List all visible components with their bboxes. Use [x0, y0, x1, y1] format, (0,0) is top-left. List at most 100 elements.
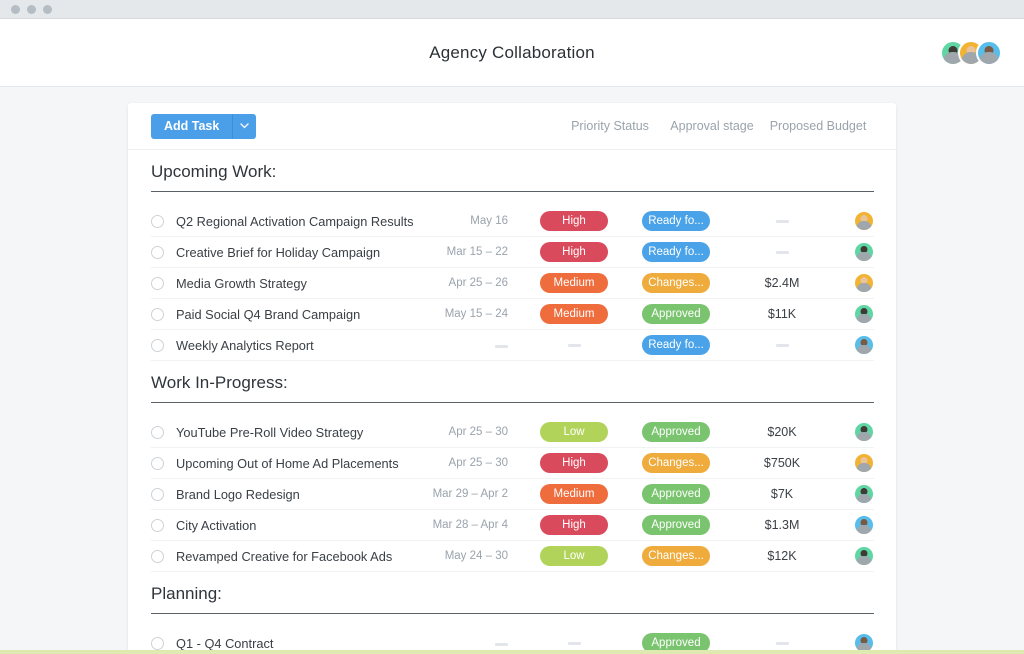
- assignee-cell[interactable]: [838, 453, 874, 473]
- priority-cell[interactable]: High: [522, 515, 626, 535]
- budget-cell[interactable]: [726, 641, 838, 645]
- task-date[interactable]: Mar 29 – Apr 2: [418, 488, 522, 500]
- priority-badge[interactable]: Low: [540, 546, 608, 566]
- add-task-dropdown-button[interactable]: [233, 113, 257, 139]
- assignee-cell[interactable]: [838, 211, 874, 231]
- add-task-button[interactable]: Add Task: [151, 113, 234, 139]
- table-row[interactable]: City Activation Mar 28 – Apr 4 High Approve…: [151, 510, 874, 541]
- task-name[interactable]: Weekly Analytics Report: [176, 338, 418, 353]
- assignee-cell[interactable]: [838, 242, 874, 262]
- approval-cell[interactable]: Ready fo...: [626, 211, 726, 231]
- avatar[interactable]: [854, 515, 874, 535]
- approval-cell[interactable]: Ready fo...: [626, 242, 726, 262]
- priority-cell[interactable]: Medium: [522, 304, 626, 324]
- budget-cell[interactable]: $750K: [726, 456, 838, 470]
- task-date[interactable]: May 15 – 24: [418, 308, 522, 320]
- task-name[interactable]: Brand Logo Redesign: [176, 487, 418, 502]
- table-row[interactable]: Weekly Analytics Report Ready fo...: [151, 330, 874, 361]
- add-task-split-button[interactable]: Add Task: [151, 113, 257, 139]
- task-complete-checkbox[interactable]: [151, 307, 164, 321]
- budget-cell[interactable]: $1.3M: [726, 518, 838, 532]
- priority-badge[interactable]: Medium: [540, 273, 608, 293]
- task-name[interactable]: Creative Brief for Holiday Campaign: [176, 245, 418, 260]
- column-header-approval[interactable]: Approval stage: [662, 119, 762, 133]
- priority-cell[interactable]: Medium: [522, 273, 626, 293]
- minimize-button[interactable]: [27, 4, 36, 14]
- approval-badge[interactable]: Changes...: [642, 546, 710, 566]
- approval-cell[interactable]: Changes...: [626, 546, 726, 566]
- priority-cell[interactable]: [522, 641, 626, 645]
- priority-badge[interactable]: High: [540, 242, 608, 262]
- assignee-cell[interactable]: [838, 515, 874, 535]
- budget-cell[interactable]: [726, 343, 838, 347]
- approval-cell[interactable]: Ready fo...: [626, 335, 726, 355]
- approval-cell[interactable]: Approved: [626, 422, 726, 442]
- assignee-cell[interactable]: [838, 273, 874, 293]
- avatar[interactable]: [976, 39, 1002, 66]
- task-date[interactable]: May 24 – 30: [418, 550, 522, 562]
- task-date[interactable]: [418, 339, 522, 351]
- task-complete-checkbox[interactable]: [151, 518, 164, 532]
- table-row[interactable]: Creative Brief for Holiday Campaign Mar 1…: [151, 237, 874, 268]
- priority-badge[interactable]: Medium: [540, 304, 608, 324]
- table-row[interactable]: Brand Logo Redesign Mar 29 – Apr 2 Medium A…: [151, 479, 874, 510]
- task-complete-checkbox[interactable]: [151, 636, 164, 650]
- priority-cell[interactable]: High: [522, 242, 626, 262]
- budget-cell[interactable]: $20K: [726, 425, 838, 439]
- avatar[interactable]: [854, 546, 874, 566]
- budget-cell[interactable]: [726, 219, 838, 223]
- priority-badge[interactable]: Low: [540, 422, 608, 442]
- priority-badge[interactable]: High: [540, 515, 608, 535]
- assignee-cell[interactable]: [838, 335, 874, 355]
- task-complete-checkbox[interactable]: [151, 245, 164, 259]
- task-complete-checkbox[interactable]: [151, 214, 164, 228]
- task-name[interactable]: Revamped Creative for Facebook Ads: [176, 549, 418, 564]
- priority-badge[interactable]: High: [540, 453, 608, 473]
- approval-badge[interactable]: Approved: [642, 484, 710, 504]
- task-date[interactable]: Mar 15 – 22: [418, 246, 522, 258]
- priority-cell[interactable]: Low: [522, 422, 626, 442]
- approval-badge[interactable]: Approved: [642, 422, 710, 442]
- avatar[interactable]: [854, 335, 874, 355]
- table-row[interactable]: Revamped Creative for Facebook Ads May 24…: [151, 541, 874, 572]
- avatar[interactable]: [854, 304, 874, 324]
- approval-badge[interactable]: Approved: [642, 304, 710, 324]
- approval-badge[interactable]: Ready fo...: [642, 242, 710, 262]
- team-avatar-group[interactable]: [940, 39, 1002, 66]
- assignee-cell[interactable]: [838, 484, 874, 504]
- table-row[interactable]: Upcoming Out of Home Ad Placements Apr 25…: [151, 448, 874, 479]
- table-row[interactable]: Media Growth Strategy Apr 25 – 26 Medium Ch…: [151, 268, 874, 299]
- approval-badge[interactable]: Ready fo...: [642, 335, 710, 355]
- close-button[interactable]: [11, 4, 20, 14]
- assignee-cell[interactable]: [838, 546, 874, 566]
- priority-cell[interactable]: High: [522, 211, 626, 231]
- approval-cell[interactable]: Changes...: [626, 273, 726, 293]
- avatar[interactable]: [854, 484, 874, 504]
- approval-cell[interactable]: Approved: [626, 515, 726, 535]
- task-complete-checkbox[interactable]: [151, 276, 164, 290]
- approval-cell[interactable]: Approved: [626, 484, 726, 504]
- assignee-cell[interactable]: [838, 422, 874, 442]
- task-name[interactable]: Paid Social Q4 Brand Campaign: [176, 307, 418, 322]
- avatar[interactable]: [854, 453, 874, 473]
- table-row[interactable]: YouTube Pre-Roll Video Strategy Apr 25 – …: [151, 417, 874, 448]
- priority-badge[interactable]: Medium: [540, 484, 608, 504]
- task-date[interactable]: Apr 25 – 26: [418, 277, 522, 289]
- task-complete-checkbox[interactable]: [151, 549, 164, 563]
- task-name[interactable]: Q1 - Q4 Contract: [176, 636, 418, 651]
- task-date[interactable]: Apr 25 – 30: [418, 457, 522, 469]
- task-complete-checkbox[interactable]: [151, 425, 164, 439]
- task-date[interactable]: Apr 25 – 30: [418, 426, 522, 438]
- priority-cell[interactable]: Medium: [522, 484, 626, 504]
- task-name[interactable]: City Activation: [176, 518, 418, 533]
- task-name[interactable]: Upcoming Out of Home Ad Placements: [176, 456, 418, 471]
- task-date[interactable]: May 16: [418, 215, 522, 227]
- priority-cell[interactable]: Low: [522, 546, 626, 566]
- budget-cell[interactable]: $7K: [726, 487, 838, 501]
- budget-cell[interactable]: $11K: [726, 307, 838, 321]
- avatar[interactable]: [854, 422, 874, 442]
- task-name[interactable]: Media Growth Strategy: [176, 276, 418, 291]
- task-complete-checkbox[interactable]: [151, 487, 164, 501]
- avatar[interactable]: [854, 211, 874, 231]
- traffic-light-buttons[interactable]: [11, 4, 52, 14]
